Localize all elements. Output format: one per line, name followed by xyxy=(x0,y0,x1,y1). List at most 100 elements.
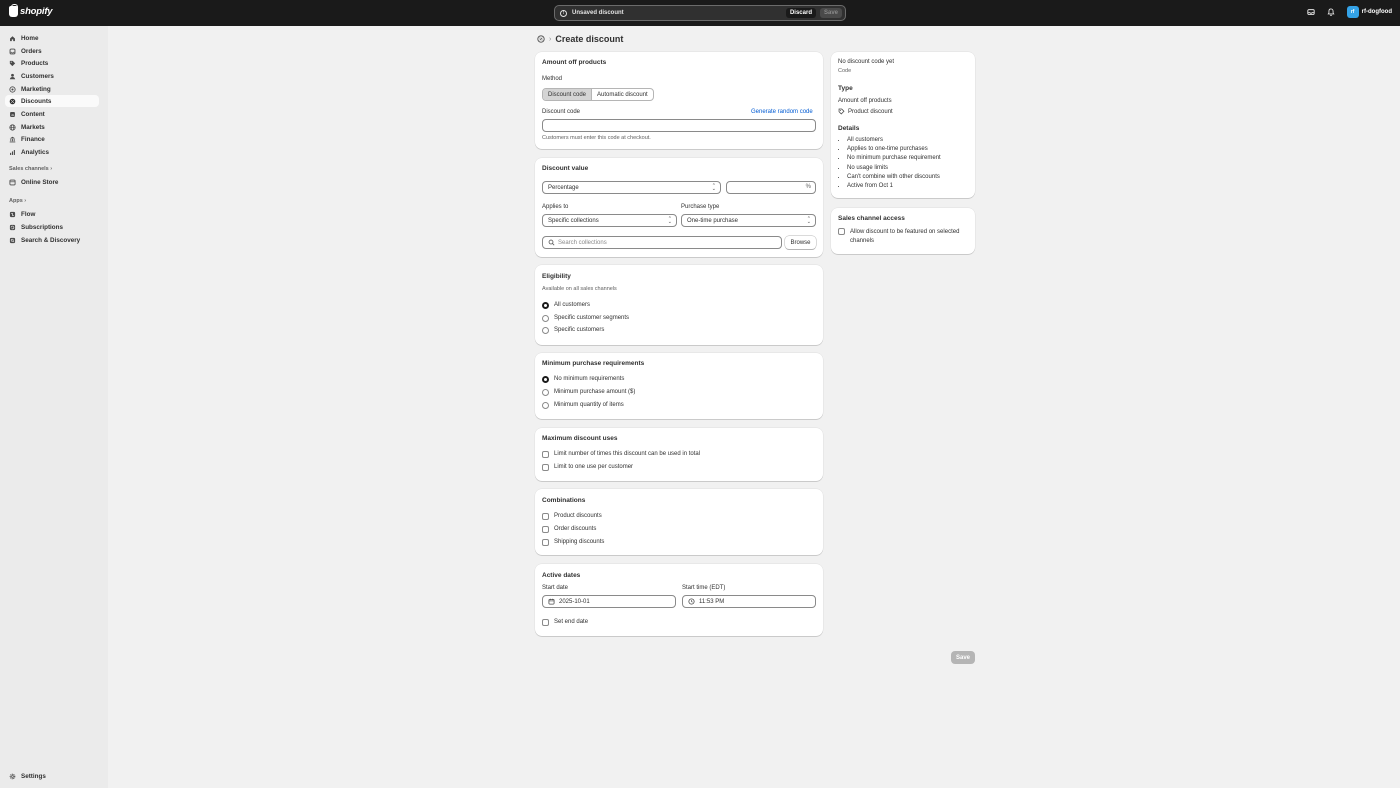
start-date-label: Start date xyxy=(542,585,569,591)
summary-type-sub-row: Product discount xyxy=(838,108,893,115)
search-discovery-icon xyxy=(9,237,16,244)
search-icon xyxy=(548,239,555,246)
sidebar-item-finance[interactable]: Finance xyxy=(5,133,99,145)
person-icon xyxy=(9,73,16,80)
browse-button[interactable]: Browse xyxy=(785,236,816,249)
discount-code-input[interactable] xyxy=(542,119,816,132)
percent-suffix: % xyxy=(805,184,811,190)
sidebar-item-content[interactable]: Content xyxy=(5,108,99,120)
tag-icon xyxy=(838,108,845,115)
save-button-top[interactable]: Save xyxy=(819,8,842,18)
select-arrows-icon: ⌃ ⌄ xyxy=(667,216,672,225)
sidebar-item-label: Markets xyxy=(21,123,45,131)
purchase-type-value: One-time purchase xyxy=(687,217,739,224)
discount-icon[interactable] xyxy=(537,35,545,43)
radio-specific-segments[interactable] xyxy=(542,315,549,322)
sidebar-item-customers[interactable]: Customers xyxy=(5,70,99,82)
method-discount-code[interactable]: Discount code xyxy=(543,89,593,100)
shopify-logo[interactable]: shopify xyxy=(9,4,53,17)
sidebar-item-settings[interactable]: Settings xyxy=(5,770,99,782)
sidebar-item-label: Orders xyxy=(21,47,42,55)
calendar-icon xyxy=(548,598,555,605)
radio-all-customers[interactable] xyxy=(542,302,549,309)
top-bar: shopify ! Unsaved discount Discard Save … xyxy=(0,0,1400,26)
discount-type-select[interactable]: Percentage ⌃ ⌄ xyxy=(542,181,721,194)
chart-icon xyxy=(9,149,16,156)
save-button[interactable]: Save xyxy=(951,651,975,664)
start-date-input[interactable]: 2025-10-01 xyxy=(542,595,676,608)
radio-label: Minimum quantity of items xyxy=(554,402,624,408)
sidebar-item-online-store[interactable]: Online Store xyxy=(5,176,99,188)
tag-icon xyxy=(9,60,16,67)
search-collections-input[interactable]: Search collections xyxy=(542,236,782,249)
sidebar-item-marketing[interactable]: Marketing xyxy=(5,83,99,95)
start-time-input[interactable]: 11:53 PM xyxy=(682,595,816,608)
sidebar-item-label: Customers xyxy=(21,72,54,80)
discount-code-help: Customers must enter this code at checko… xyxy=(542,135,651,141)
sales-channels-heading[interactable]: Sales channels › xyxy=(9,166,52,172)
checkbox-label: Set end date xyxy=(554,619,589,625)
bank-icon xyxy=(9,136,16,143)
checkbox-limit-total[interactable] xyxy=(542,451,549,458)
discount-value-title: Discount value xyxy=(542,165,589,172)
discount-code-label: Discount code xyxy=(542,109,581,115)
radio-minimum-amount[interactable] xyxy=(542,389,549,396)
checkbox-one-per-customer[interactable] xyxy=(542,464,549,471)
page-header: › Create discount xyxy=(537,34,623,44)
sidebar-item-analytics[interactable]: Analytics xyxy=(5,146,99,158)
checkbox-set-end-date[interactable] xyxy=(542,619,549,626)
inbox-icon[interactable] xyxy=(1306,8,1315,16)
sidebar-item-home[interactable]: Home xyxy=(5,32,99,44)
sidebar-item-markets[interactable]: Markets xyxy=(5,121,99,133)
sidebar-item-discounts[interactable]: Discounts xyxy=(5,95,99,107)
active-dates-title: Active dates xyxy=(542,572,581,579)
sidebar-item-subscriptions[interactable]: Subscriptions xyxy=(5,221,99,233)
select-arrows-icon: ⌃ ⌄ xyxy=(711,183,716,192)
radio-label: Minimum purchase amount ($) xyxy=(554,389,636,395)
detail-item: Can't combine with other discounts xyxy=(847,174,941,183)
sidebar-item-label: Online Store xyxy=(21,178,59,186)
sidebar-item-label: Finance xyxy=(21,135,45,143)
checkbox-label: Product discounts xyxy=(554,513,602,519)
checkbox-product-discounts[interactable] xyxy=(542,513,549,520)
discount-type-value: Percentage xyxy=(548,184,579,191)
applies-to-select[interactable]: Specific collections ⌃ ⌄ xyxy=(542,214,677,227)
clock-icon xyxy=(688,598,695,605)
radio-minimum-quantity[interactable] xyxy=(542,402,549,409)
discount-icon xyxy=(9,98,16,105)
radio-label: Specific customer segments xyxy=(554,315,630,321)
discard-button[interactable]: Discard xyxy=(785,8,816,18)
checkbox-order-discounts[interactable] xyxy=(542,526,549,533)
checkbox-featured-channels[interactable] xyxy=(838,228,845,235)
method-automatic-discount[interactable]: Automatic discount xyxy=(592,89,653,100)
purchase-type-label: Purchase type xyxy=(681,204,720,210)
sidebar-item-label: Marketing xyxy=(21,85,51,93)
subscriptions-icon xyxy=(9,224,16,231)
bell-icon[interactable] xyxy=(1327,8,1335,16)
apps-heading[interactable]: Apps › xyxy=(9,198,26,204)
store-menu[interactable]: rf rf-dogfood xyxy=(1346,6,1392,18)
checkbox-shipping-discounts[interactable] xyxy=(542,539,549,546)
globe-icon xyxy=(9,123,16,131)
start-time-value: 11:53 PM xyxy=(699,598,725,605)
sidebar-item-orders[interactable]: Orders xyxy=(5,45,99,57)
sidebar-item-flow[interactable]: Flow xyxy=(5,208,99,220)
sidebar-item-label: Search & Discovery xyxy=(21,236,81,244)
generate-random-code-link[interactable]: Generate random code xyxy=(751,109,813,115)
summary-details-list: All customers Applies to one-time purcha… xyxy=(847,137,941,192)
applies-to-label: Applies to xyxy=(542,204,569,210)
summary-type-value: Amount off products xyxy=(838,98,892,104)
radio-label: Specific customers xyxy=(554,327,605,333)
discount-amount-input[interactable]: % xyxy=(726,181,816,194)
sidebar-item-search-discovery[interactable]: Search & Discovery xyxy=(5,234,99,246)
sidebar-item-label: Subscriptions xyxy=(21,223,63,231)
chevron-right-icon: › xyxy=(50,166,53,172)
sidebar-item-label: Flow xyxy=(21,210,36,218)
purchase-type-select[interactable]: One-time purchase ⌃ ⌄ xyxy=(681,214,816,227)
amount-card-title: Amount off products xyxy=(542,59,607,66)
radio-no-minimum[interactable] xyxy=(542,376,549,383)
detail-item: All customers xyxy=(847,137,941,146)
sidebar-item-products[interactable]: Products xyxy=(5,57,99,69)
radio-specific-customers[interactable] xyxy=(542,327,549,334)
alert-icon: ! xyxy=(560,9,567,17)
